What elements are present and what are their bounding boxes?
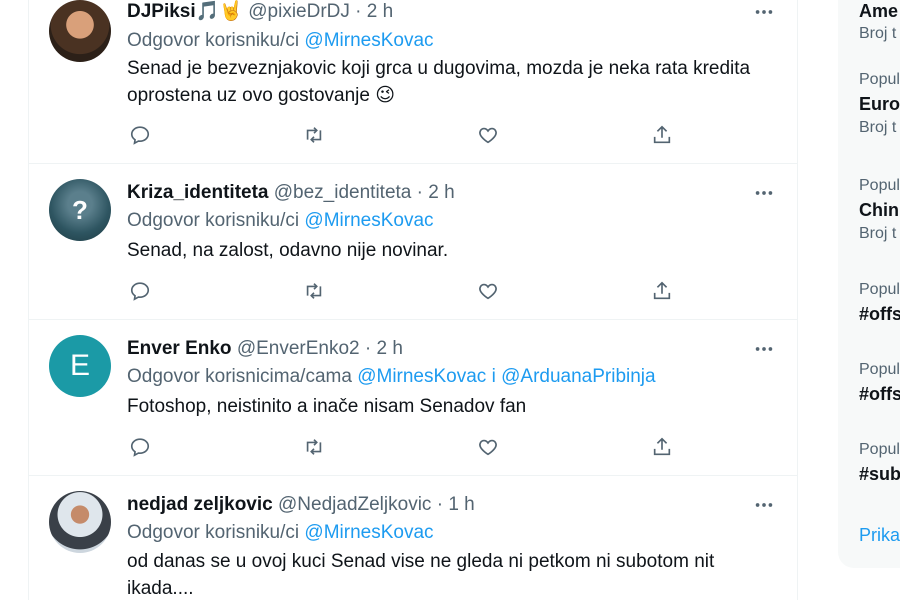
reply-context: Odgovor korisniku/ci @MirnesKovac: [127, 209, 434, 233]
trend-count: Broj t: [859, 225, 897, 242]
trend-item[interactable]: Popul Euro Broj t: [859, 70, 900, 138]
trends-panel: Ame Broj t Popul Euro Broj t Popul Chin …: [838, 0, 900, 568]
more-icon[interactable]: [752, 181, 776, 205]
tweet-text-line: Senad, na zalost, odavno nije novinar.: [127, 240, 449, 261]
author-handle[interactable]: @bez_identiteta: [274, 182, 412, 203]
more-icon[interactable]: [752, 337, 776, 361]
mention-link[interactable]: @ArduanaPribinja: [501, 366, 656, 387]
avatar[interactable]: [49, 0, 111, 62]
avatar[interactable]: E: [49, 335, 111, 397]
show-more-link[interactable]: Prika: [859, 525, 900, 546]
share-icon[interactable]: [649, 434, 675, 460]
tweet-text-line: Senad je bezveznjakovic koji grca u dugo…: [127, 58, 751, 79]
tweet-actions: [127, 122, 687, 148]
avatar[interactable]: ?: [49, 179, 111, 241]
reply-prefix: Odgovor korisnicima/cama: [127, 366, 352, 387]
trend-context: Popul: [859, 441, 900, 458]
author-name[interactable]: DJPiksi🎵🤘: [127, 1, 243, 22]
trend-item[interactable]: Popul #offs: [859, 360, 900, 405]
trend-title: #offs: [859, 304, 900, 324]
tweet-time[interactable]: 2 h: [428, 182, 454, 203]
tweet-text-line: Fotoshop, neistinito a inače nisam Senad…: [127, 396, 527, 417]
tweet-text: Senad je bezveznjakovic koji grca u dugo…: [127, 55, 767, 109]
like-icon[interactable]: [475, 122, 501, 148]
trend-item[interactable]: Popul #offs: [859, 280, 900, 325]
like-icon[interactable]: [475, 278, 501, 304]
trend-context: Popul: [859, 71, 900, 88]
question-icon: ?: [72, 194, 88, 225]
tweet-text: od danas se u ovoj kuci Senad vise ne gl…: [127, 548, 767, 602]
mention-link[interactable]: @MirnesKovac: [304, 30, 433, 51]
tweet-text-line: ikada....: [127, 578, 194, 599]
author-name[interactable]: Enver Enko: [127, 338, 232, 359]
share-icon[interactable]: [649, 278, 675, 304]
more-icon[interactable]: [752, 493, 776, 517]
reply-icon[interactable]: [127, 122, 153, 148]
retweet-icon[interactable]: [301, 122, 327, 148]
trend-count: Broj t: [859, 25, 897, 42]
mention-conjunction: i: [491, 366, 496, 387]
trend-item[interactable]: Ame Broj t: [859, 0, 898, 44]
tweet-time[interactable]: 2 h: [377, 338, 403, 359]
trend-context: Popul: [859, 281, 900, 298]
reply-context: Odgovor korisniku/ci @MirnesKovac: [127, 521, 434, 545]
mention-link[interactable]: @MirnesKovac: [304, 522, 433, 543]
tweet-text: Senad, na zalost, odavno nije novinar.: [127, 237, 767, 264]
reply-icon[interactable]: [127, 434, 153, 460]
author-handle[interactable]: @pixieDrDJ: [248, 1, 350, 22]
separator-dot: ·: [364, 338, 372, 359]
tweet-time[interactable]: 1 h: [448, 494, 474, 515]
avatar-letter: E: [69, 349, 90, 382]
tweet-actions: [127, 434, 687, 460]
tweet-text-line: oprostena uz ovo gostovanje 😉: [127, 85, 396, 106]
tweet-actions: [127, 278, 687, 304]
reply-prefix: Odgovor korisniku/ci: [127, 30, 300, 51]
trend-title: Euro: [859, 94, 900, 114]
separator-dot: ·: [436, 494, 444, 515]
tweet-text-line: od danas se u ovoj kuci Senad vise ne gl…: [127, 551, 715, 572]
reply-context: Odgovor korisniku/ci @MirnesKovac: [127, 29, 434, 53]
tweet[interactable]: E Enver Enko @EnverEnko2 · 2 h Odgovor k…: [29, 320, 798, 476]
more-icon[interactable]: [752, 0, 776, 24]
tweet-time[interactable]: 2 h: [367, 1, 393, 22]
separator-dot: ·: [416, 182, 423, 203]
separator-dot: ·: [355, 1, 362, 22]
reply-prefix: Odgovor korisniku/ci: [127, 210, 300, 231]
trend-title: Ame: [859, 1, 899, 21]
trend-title: #sub: [859, 464, 900, 484]
reply-context: Odgovor korisnicima/cama @MirnesKovac i …: [127, 365, 656, 389]
like-icon[interactable]: [475, 434, 501, 460]
trend-item[interactable]: Popul #sub: [859, 440, 900, 485]
trend-count: Broj t: [859, 119, 897, 136]
tweet[interactable]: ? Kriza_identiteta @bez_identiteta · 2 h…: [29, 164, 798, 320]
share-icon[interactable]: [649, 122, 675, 148]
trend-item[interactable]: Popul Chin Broj t: [859, 176, 900, 244]
author-name[interactable]: nedjad zeljkovic: [127, 494, 273, 515]
reply-icon[interactable]: [127, 278, 153, 304]
reply-prefix: Odgovor korisniku/ci: [127, 522, 300, 543]
tweet[interactable]: DJPiksi🎵🤘 @pixieDrDJ · 2 h Odgovor koris…: [29, 0, 798, 164]
author-handle[interactable]: @NedjadZeljkovic: [278, 494, 431, 515]
retweet-icon[interactable]: [301, 434, 327, 460]
tweet[interactable]: nedjad zeljkovic @NedjadZeljkovic · 1 h …: [29, 476, 798, 616]
trend-title: #offs: [859, 384, 900, 404]
avatar[interactable]: [49, 491, 111, 553]
author-name[interactable]: Kriza_identiteta: [127, 182, 268, 203]
timeline: DJPiksi🎵🤘 @pixieDrDJ · 2 h Odgovor koris…: [28, 0, 798, 600]
trend-context: Popul: [859, 177, 900, 194]
tweet-text: Fotoshop, neistinito a inače nisam Senad…: [127, 393, 767, 420]
mention-link[interactable]: @MirnesKovac: [304, 210, 433, 231]
author-handle[interactable]: @EnverEnko2: [237, 338, 360, 359]
trend-title: Chin: [859, 200, 899, 220]
trend-context: Popul: [859, 361, 900, 378]
retweet-icon[interactable]: [301, 278, 327, 304]
mention-link[interactable]: @MirnesKovac: [357, 366, 486, 387]
